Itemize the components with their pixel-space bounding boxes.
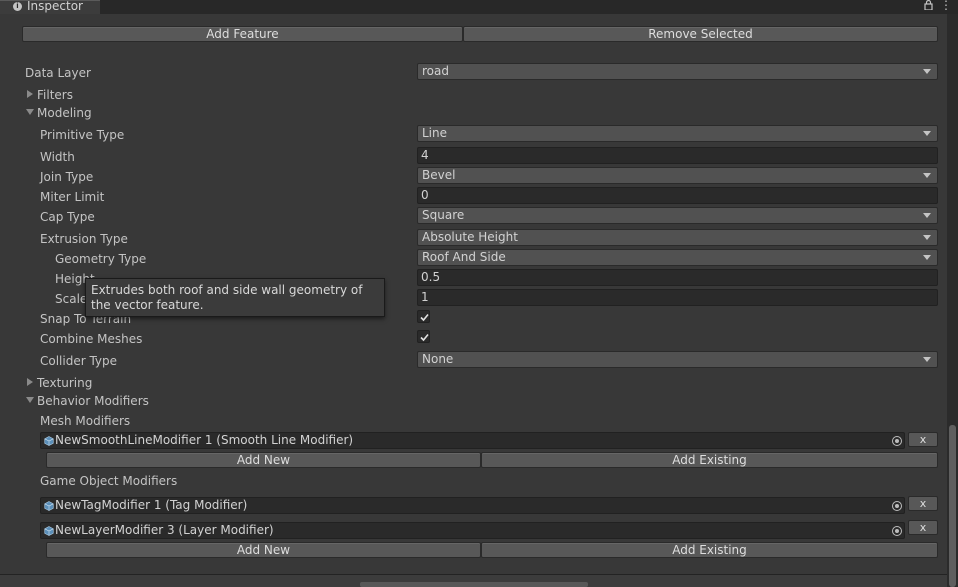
- collider-type-value: None: [422, 352, 454, 366]
- foldout-expanded-icon[interactable]: [26, 109, 34, 115]
- miter-limit-field[interactable]: 0: [417, 187, 938, 204]
- lock-icon[interactable]: [924, 0, 933, 10]
- remove-mesh-modifier-button[interactable]: x: [908, 432, 938, 447]
- width-field[interactable]: 4: [417, 147, 938, 164]
- tab-title: Inspector: [27, 0, 83, 13]
- mesh-add-new-button[interactable]: Add New: [46, 452, 481, 468]
- chevron-down-icon: [923, 255, 931, 260]
- layer-modifier-name: NewLayerModifier 3 (Layer Modifier): [55, 523, 274, 537]
- info-icon: i: [13, 2, 22, 11]
- object-picker-icon[interactable]: [892, 526, 902, 536]
- add-feature-button[interactable]: Add Feature: [22, 26, 463, 42]
- cube-icon: [44, 501, 54, 511]
- combine-meshes-checkbox[interactable]: [417, 330, 430, 343]
- remove-layer-modifier-button[interactable]: x: [908, 520, 938, 535]
- height-field[interactable]: 0.5: [417, 269, 938, 286]
- snap-to-terrain-checkbox[interactable]: [417, 310, 430, 323]
- chevron-down-icon: [923, 213, 931, 218]
- window-header: [0, 0, 958, 14]
- game-object-modifiers-label: Game Object Modifiers: [40, 474, 178, 488]
- collider-type-label: Collider Type: [40, 354, 118, 368]
- mesh-modifier-name: NewSmoothLineModifier 1 (Smooth Line Mod…: [55, 433, 354, 447]
- mesh-modifier-object-field[interactable]: NewSmoothLineModifier 1 (Smooth Line Mod…: [40, 432, 905, 449]
- primitive-type-dropdown[interactable]: Line: [417, 125, 938, 142]
- chevron-down-icon: [923, 357, 931, 362]
- filters-foldout[interactable]: Filters: [37, 88, 73, 102]
- game-object-add-new-button[interactable]: Add New: [46, 542, 481, 558]
- cap-type-dropdown[interactable]: Square: [417, 207, 938, 224]
- collider-type-dropdown[interactable]: None: [417, 351, 938, 368]
- tag-modifier-name: NewTagModifier 1 (Tag Modifier): [55, 498, 248, 512]
- game-object-add-existing-button[interactable]: Add Existing: [481, 542, 938, 558]
- chevron-down-icon: [923, 131, 931, 136]
- foldout-collapsed-icon[interactable]: [27, 378, 33, 386]
- geometry-type-dropdown[interactable]: Roof And Side: [417, 249, 938, 266]
- kebab-menu-icon[interactable]: ⋮: [940, 0, 952, 11]
- foldout-collapsed-icon[interactable]: [27, 90, 33, 98]
- join-type-dropdown[interactable]: Bevel: [417, 167, 938, 184]
- scrollbar-thumb[interactable]: [949, 425, 956, 587]
- checkmark-icon: [420, 313, 429, 322]
- primitive-type-value: Line: [422, 126, 448, 140]
- tab-inspector[interactable]: i Inspector: [0, 0, 100, 14]
- extrusion-type-dropdown[interactable]: Absolute Height: [417, 229, 938, 246]
- width-label: Width: [40, 150, 75, 164]
- bottom-button-partial[interactable]: [360, 582, 588, 587]
- modeling-foldout[interactable]: Modeling: [37, 106, 92, 120]
- checkmark-icon: [420, 333, 429, 342]
- extrusion-type-label: Extrusion Type: [40, 232, 128, 246]
- cap-type-label: Cap Type: [40, 210, 95, 224]
- texturing-foldout[interactable]: Texturing: [37, 376, 92, 390]
- game-object-modifier-object-field[interactable]: NewLayerModifier 3 (Layer Modifier): [40, 522, 905, 539]
- mesh-add-existing-button[interactable]: Add Existing: [481, 452, 938, 468]
- chevron-down-icon: [923, 235, 931, 240]
- cap-type-value: Square: [422, 208, 465, 222]
- miter-limit-label: Miter Limit: [40, 190, 105, 204]
- join-type-value: Bevel: [422, 168, 456, 182]
- object-picker-icon[interactable]: [892, 501, 902, 511]
- data-layer-value: road: [422, 64, 449, 78]
- geometry-type-value: Roof And Side: [422, 250, 506, 264]
- primitive-type-label: Primitive Type: [40, 128, 125, 142]
- foldout-expanded-icon[interactable]: [26, 397, 34, 403]
- behavior-modifiers-foldout[interactable]: Behavior Modifiers: [37, 394, 149, 408]
- data-layer-label: Data Layer: [25, 66, 91, 80]
- chevron-down-icon: [923, 69, 931, 74]
- game-object-modifier-object-field[interactable]: NewTagModifier 1 (Tag Modifier): [40, 497, 905, 514]
- join-type-label: Join Type: [40, 170, 94, 184]
- extrusion-type-value: Absolute Height: [422, 230, 518, 244]
- scale-label: Scale: [55, 292, 88, 306]
- cube-icon: [44, 526, 54, 536]
- combine-meshes-label: Combine Meshes: [40, 332, 143, 346]
- data-layer-dropdown[interactable]: road: [417, 63, 938, 80]
- mesh-modifiers-label: Mesh Modifiers: [40, 414, 131, 428]
- remove-tag-modifier-button[interactable]: x: [908, 496, 938, 511]
- geometry-type-label: Geometry Type: [55, 252, 147, 266]
- object-picker-icon[interactable]: [892, 436, 902, 446]
- tooltip: Extrudes both roof and side wall geometr…: [85, 278, 385, 317]
- remove-selected-button[interactable]: Remove Selected: [463, 26, 938, 42]
- scale-field[interactable]: 1: [417, 289, 938, 306]
- chevron-down-icon: [923, 173, 931, 178]
- cube-icon: [44, 436, 54, 446]
